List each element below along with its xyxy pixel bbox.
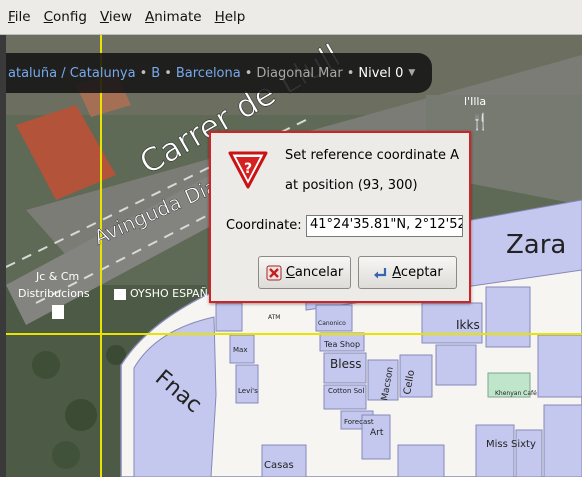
coordinate-input[interactable]: 41°24'35.81"N, 2°12'52.17"E	[306, 215, 463, 237]
cancel-button[interactable]: Cancelar	[258, 256, 351, 289]
chevron-down-icon[interactable]: ▼	[408, 68, 415, 78]
store-label: Forecast	[344, 418, 374, 426]
question-warning-icon: ?	[228, 151, 268, 189]
coordinate-label: Coordinate:	[226, 218, 302, 233]
tree	[52, 441, 80, 469]
mall-store-springfield[interactable]	[485, 286, 531, 348]
mall-store-misssixty[interactable]	[475, 424, 515, 477]
breadcrumb-separator: •	[346, 65, 355, 81]
mall-store[interactable]	[215, 302, 243, 332]
accept-label: Aceptar	[392, 265, 443, 280]
shop-icon	[52, 305, 64, 319]
store-label: Ikks	[456, 318, 480, 332]
breadcrumb-separator: •	[164, 65, 172, 81]
mall-store[interactable]	[397, 444, 445, 477]
store-label: Miss Sixty	[486, 439, 536, 450]
cancel-label: Cancelar	[285, 265, 344, 280]
poi-label: Distribucions	[18, 287, 90, 300]
menu-animate[interactable]: Animate	[145, 9, 202, 25]
store-label: ATM	[268, 314, 280, 321]
enter-arrow-icon	[374, 267, 387, 278]
mall-store-levis[interactable]	[235, 364, 259, 404]
poi-label: Jc & Cm	[35, 270, 79, 283]
store-label: Tea Shop	[323, 340, 360, 349]
breadcrumb-separator: •	[244, 65, 253, 81]
menu-file[interactable]: File	[8, 9, 31, 25]
dialog-title: Set reference coordinate A	[285, 148, 460, 163]
tree	[65, 399, 97, 431]
dialog-subtitle: at position (93, 300)	[285, 178, 418, 193]
mall-store-celiobio[interactable]	[515, 429, 543, 477]
store-label: Max	[233, 346, 247, 354]
shop-icon	[114, 289, 126, 300]
breadcrumb-level[interactable]: Nivel 0	[358, 66, 403, 81]
store-label: Bless	[330, 357, 361, 371]
store-label: Zara	[506, 230, 566, 260]
breadcrumb-region[interactable]: ataluña / Catalunya	[8, 66, 136, 81]
breadcrumb-city[interactable]: Barcelona	[176, 66, 241, 81]
mall-store[interactable]	[537, 334, 582, 398]
restaurant-icon: 🍴	[470, 112, 490, 131]
store-label: Cotton Sol	[328, 387, 364, 395]
breadcrumb-separator: •	[139, 65, 148, 81]
store-label: Casas	[264, 460, 294, 471]
breadcrumb-province[interactable]: B	[151, 66, 160, 81]
mall-store-kimura[interactable]	[435, 344, 477, 386]
reference-coordinate-dialog: ? Set reference coordinate A at position…	[209, 131, 471, 303]
store-label: Art	[370, 428, 384, 438]
tree	[32, 351, 60, 379]
menu-help[interactable]: Help	[215, 9, 246, 25]
menu-view[interactable]: View	[100, 9, 132, 25]
breadcrumb-building: Diagonal Mar	[256, 65, 343, 81]
accept-button[interactable]: Aceptar	[358, 256, 457, 289]
poi-label: OYSHO ESPAÑA	[130, 287, 216, 300]
mall-store-sunplanet[interactable]	[543, 404, 582, 477]
store-label: Canonico	[318, 320, 346, 327]
svg-text:?: ?	[244, 161, 252, 177]
menu-bar: File Config View Animate Help	[0, 0, 582, 35]
store-label: Khenyan Café	[495, 390, 537, 397]
mall-store-canonico[interactable]	[315, 304, 353, 332]
cancel-icon	[266, 265, 282, 280]
poi-label: l'Illa	[464, 95, 486, 108]
breadcrumb: ataluña / Catalunya • B • Barcelona • Di…	[6, 53, 432, 93]
menu-config[interactable]: Config	[44, 9, 87, 25]
store-label: Levi's	[238, 387, 258, 395]
